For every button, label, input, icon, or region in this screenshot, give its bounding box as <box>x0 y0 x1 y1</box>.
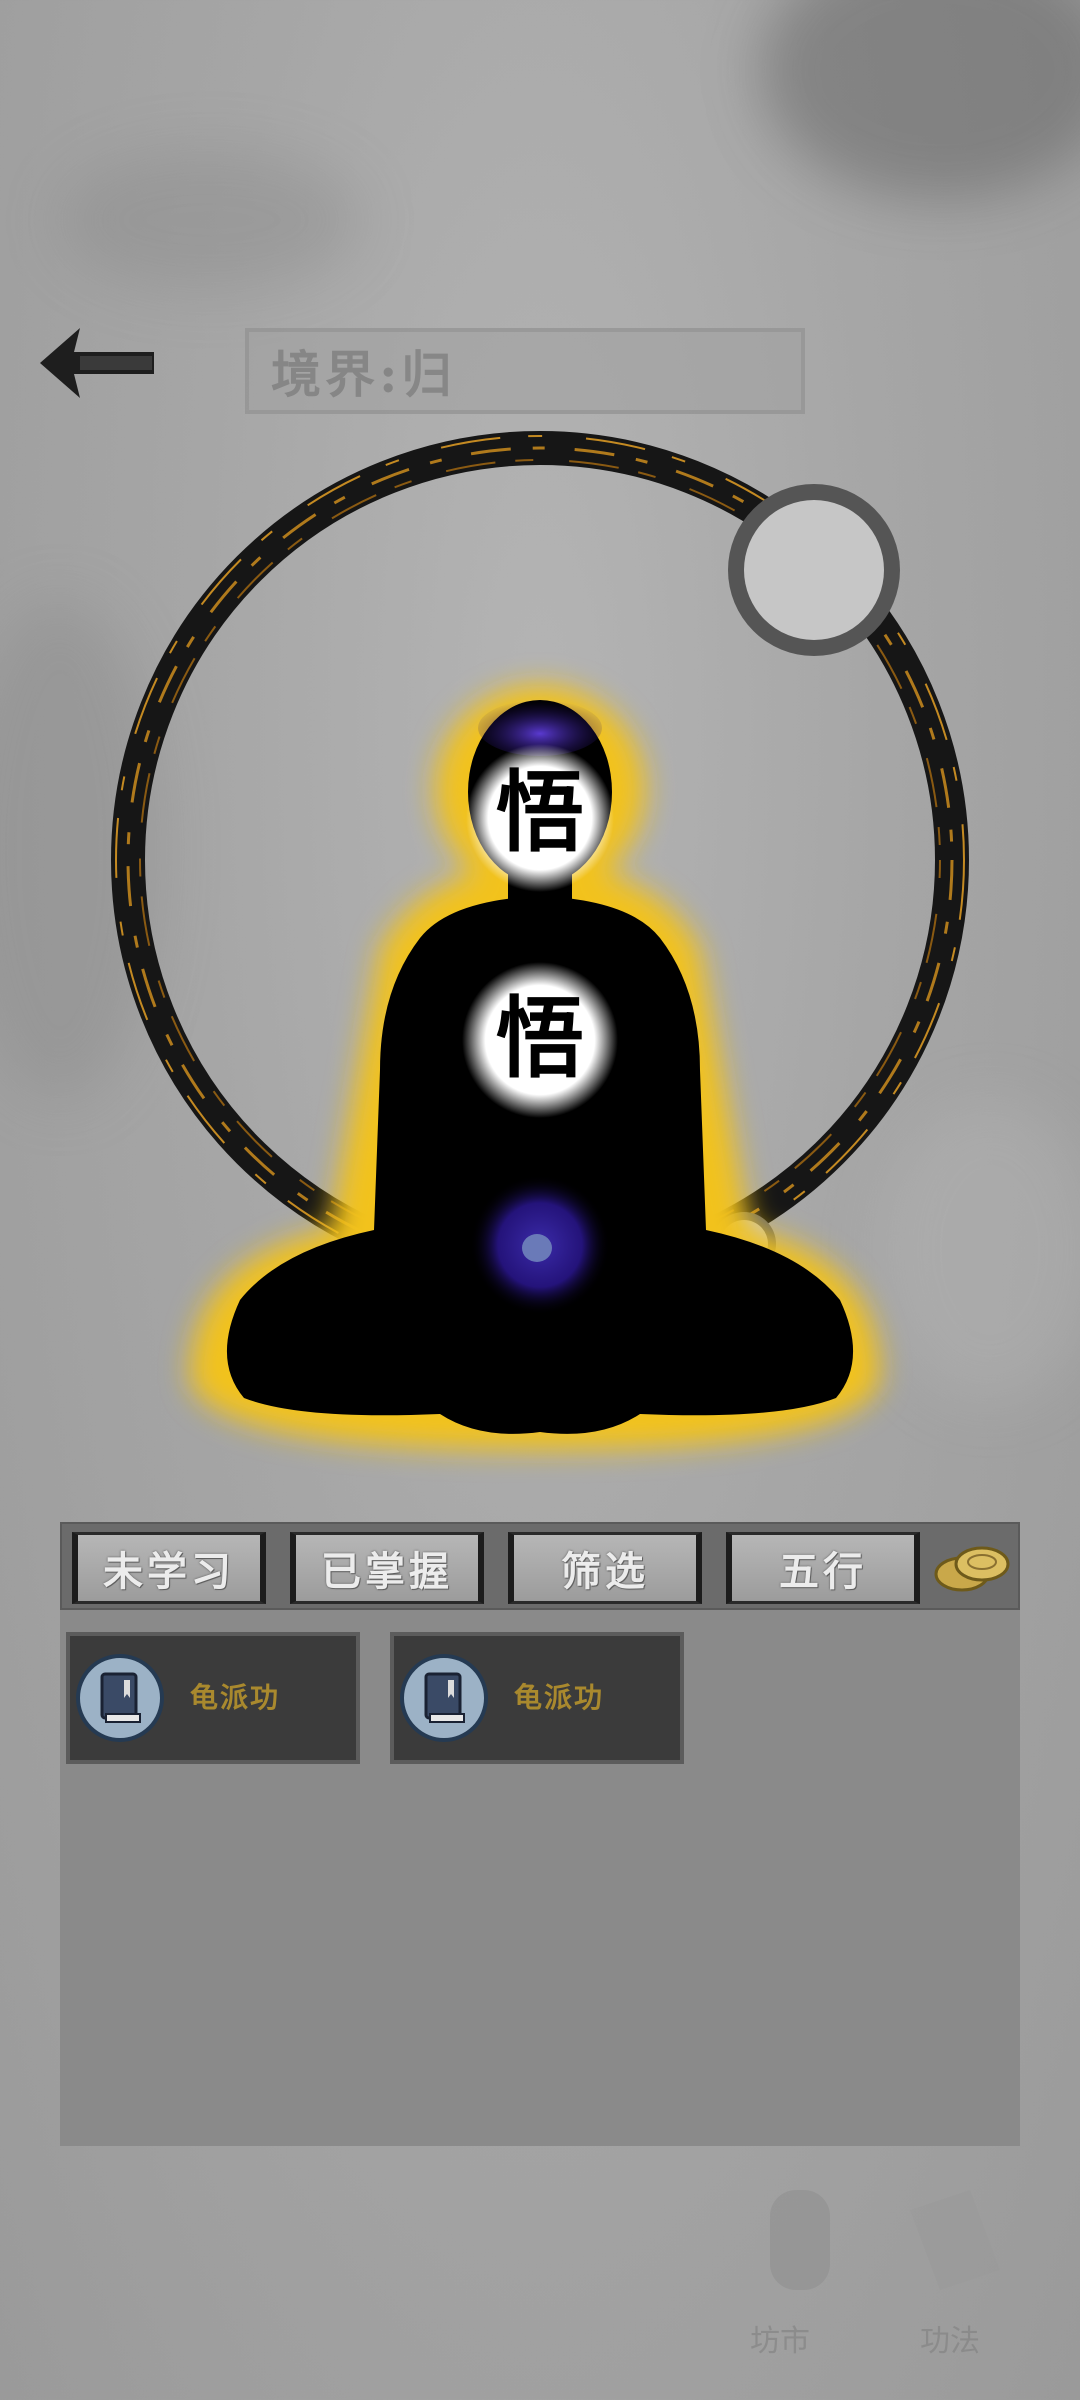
head-glyph: 悟 <box>495 760 584 864</box>
realm-label: 境界:归 <box>271 345 456 404</box>
back-button[interactable] <box>34 318 164 408</box>
coins-icon <box>934 1546 1010 1592</box>
game-screen: 境界:归 悟 悟 未学习 已掌握 筛选 五行 龟派功 龟派功 坊市 功法 <box>0 0 1080 2400</box>
skill-list-panel: 龟派功 龟派功 <box>60 1610 1020 2146</box>
scroll-icon <box>770 2190 830 2290</box>
nav-label-market: 坊市 <box>750 2324 810 2359</box>
tab-bar: 未学习 已掌握 筛选 五行 <box>60 1522 1020 1610</box>
skill-name: 龟派功 <box>514 1681 605 1714</box>
nav-label-skills: 功法 <box>920 2324 980 2359</box>
tab-mastered[interactable]: 已掌握 <box>290 1532 484 1604</box>
nav-item-market[interactable]: 坊市 <box>750 2180 850 2359</box>
chest-glyph: 悟 <box>495 986 584 1090</box>
book-icon <box>76 1654 164 1742</box>
nav-item-skills[interactable]: 功法 <box>900 2180 1010 2359</box>
book-icon <box>400 1654 488 1742</box>
realm-bar: 境界:归 <box>245 328 805 414</box>
tab-five-elements[interactable]: 五行 <box>726 1532 920 1604</box>
bottom-nav: 坊市 功法 <box>480 2150 1080 2400</box>
ink-wash-decoration <box>60 150 360 290</box>
skill-card[interactable]: 龟派功 <box>390 1632 684 1764</box>
skill-card[interactable]: 龟派功 <box>66 1632 360 1764</box>
book-icon <box>910 2190 1000 2290</box>
tab-unlearned[interactable]: 未学习 <box>72 1532 266 1604</box>
ring-knob[interactable] <box>728 484 900 656</box>
meditation-stage: 悟 悟 <box>0 430 1080 1490</box>
left-arrow-icon <box>40 328 154 398</box>
skill-name: 龟派功 <box>190 1681 281 1714</box>
ink-wash-decoration <box>760 0 1080 200</box>
coins-button[interactable] <box>932 1534 1012 1600</box>
tab-filter[interactable]: 筛选 <box>508 1532 702 1604</box>
